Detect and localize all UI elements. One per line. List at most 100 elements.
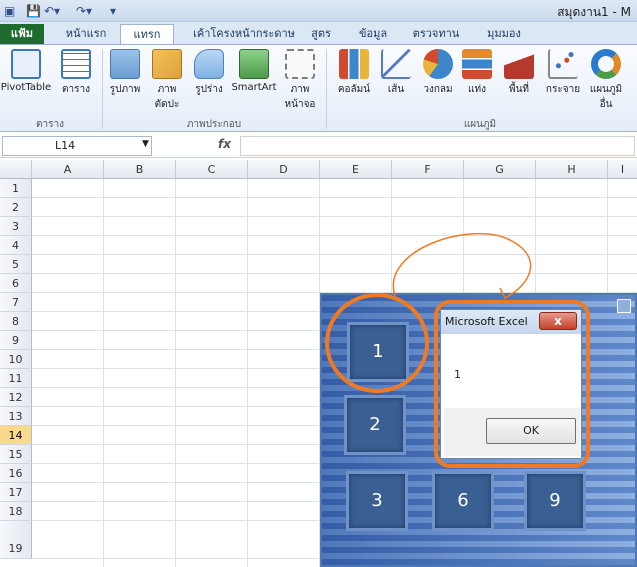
screenshot-label: ภาพ <box>290 84 310 95</box>
row-header-12[interactable]: 12 <box>0 388 32 407</box>
form-button-6[interactable]: 6 <box>432 471 494 531</box>
message-box-footer: OK <box>444 408 580 456</box>
row-header-7[interactable]: 7 <box>0 293 32 312</box>
group-separator <box>326 49 327 129</box>
screenshot-button[interactable]: ภาพ หน้าจอ <box>280 49 320 112</box>
column-chart-icon <box>339 49 369 79</box>
tab-insert[interactable]: แทรก <box>120 24 174 45</box>
row-header-3[interactable]: 3 <box>0 217 32 236</box>
formula-bar: L14 ▼ fx <box>0 134 637 158</box>
form-button-1[interactable]: 1 <box>347 322 409 382</box>
row-header-9[interactable]: 9 <box>0 331 32 350</box>
ok-button[interactable]: OK <box>486 418 576 444</box>
table-button[interactable]: ตาราง <box>56 49 96 97</box>
column-header-A[interactable]: A <box>32 160 104 179</box>
table-label: ตาราง <box>62 84 90 95</box>
picture-label: รูปภาพ <box>109 84 141 95</box>
row-header-14[interactable]: 14 <box>0 426 32 445</box>
tab-page-layout[interactable]: เค้าโครงหน้ากระดาษ <box>180 24 308 44</box>
pivottable-label: PivotTable <box>0 82 52 93</box>
column-header-D[interactable]: D <box>248 160 320 179</box>
row-header-1[interactable]: 1 <box>0 179 32 198</box>
line-chart-button[interactable]: เส้น <box>378 49 414 97</box>
chevron-down-icon[interactable]: ▼ <box>142 139 149 149</box>
pivottable-button[interactable]: PivotTable <box>0 49 52 93</box>
column-header-G[interactable]: G <box>464 160 536 179</box>
group-label-illustrations: ภาพประกอบ <box>186 119 242 130</box>
fx-icon[interactable]: fx <box>218 137 231 151</box>
row-header-4[interactable]: 4 <box>0 236 32 255</box>
row-header-15[interactable]: 15 <box>0 445 32 464</box>
formula-input[interactable] <box>240 136 635 156</box>
row-header-6[interactable]: 6 <box>0 274 32 293</box>
ribbon: PivotTable ตาราง รูปภาพ ภาพ ตัดปะ รูปร่า… <box>0 44 637 132</box>
row-header-13[interactable]: 13 <box>0 407 32 426</box>
shapes-label: รูปร่าง <box>195 84 223 95</box>
row-header-17[interactable]: 17 <box>0 483 32 502</box>
form-button-3[interactable]: 3 <box>346 471 408 531</box>
form-button-2[interactable]: 2 <box>344 395 406 455</box>
message-box: Microsoft Excel x 1 OK <box>440 309 582 459</box>
column-header-B[interactable]: B <box>104 160 176 179</box>
shapes-button[interactable]: รูปร่าง <box>190 49 228 97</box>
customize-quick-access-icon[interactable]: ▾ <box>110 3 116 19</box>
area-chart-icon <box>504 49 534 79</box>
tab-review[interactable]: ตรวจทาน <box>408 24 464 44</box>
form-button-9[interactable]: 9 <box>524 471 586 531</box>
bar-chart-label: แท่ง <box>468 84 486 95</box>
bar-chart-button[interactable]: แท่ง <box>460 49 494 97</box>
column-header-C[interactable]: C <box>176 160 248 179</box>
column-header-H[interactable]: H <box>536 160 608 179</box>
row-header-2[interactable]: 2 <box>0 198 32 217</box>
clipart-button[interactable]: ภาพ ตัดปะ <box>148 49 186 112</box>
other-charts-label: แผนภูมิ <box>589 84 623 95</box>
gridline <box>247 179 248 567</box>
row-header-11[interactable]: 11 <box>0 369 32 388</box>
row-header-10[interactable]: 10 <box>0 350 32 369</box>
group-label-tables: ตาราง <box>36 119 64 130</box>
clipart-label-2: ตัดปะ <box>154 99 180 110</box>
undo-icon[interactable]: ↶▾ <box>44 3 60 19</box>
column-header-E[interactable]: E <box>320 160 392 179</box>
gridline <box>175 179 176 567</box>
excel-logo-icon: ▣ <box>4 4 16 18</box>
gridline <box>32 273 637 274</box>
row-header-5[interactable]: 5 <box>0 255 32 274</box>
select-all-corner[interactable] <box>0 160 32 179</box>
scatter-chart-button[interactable]: กระจาย <box>542 49 584 97</box>
form-close-icon[interactable] <box>617 299 631 313</box>
pie-chart-label: วงกลม <box>423 84 453 95</box>
screenshot-label-2: หน้าจอ <box>284 99 316 110</box>
tab-formulas[interactable]: สูตร <box>306 24 336 44</box>
column-chart-button[interactable]: คอลัมน์ <box>332 49 376 97</box>
row-header-8[interactable]: 8 <box>0 312 32 331</box>
other-charts-button[interactable]: แผนภูมิ อื่น <box>586 49 626 112</box>
close-button[interactable]: x <box>539 312 577 330</box>
tab-data[interactable]: ข้อมูล <box>352 24 394 44</box>
redo-icon[interactable]: ↷▾ <box>76 3 92 19</box>
message-box-body: 1 <box>444 338 580 408</box>
smartart-button[interactable]: SmartArt <box>230 49 278 93</box>
tab-home[interactable]: หน้าแรก <box>58 24 114 44</box>
bar-chart-icon <box>462 49 492 79</box>
gridline <box>32 235 637 236</box>
tab-view[interactable]: มุมมอง <box>478 24 530 44</box>
tab-file[interactable]: แฟ้ม <box>0 24 44 44</box>
column-header-I[interactable]: I <box>608 160 637 179</box>
row-header-18[interactable]: 18 <box>0 502 32 521</box>
row-header-16[interactable]: 16 <box>0 464 32 483</box>
pie-chart-icon <box>423 49 453 79</box>
name-box[interactable]: L14 <box>2 136 152 156</box>
gridline <box>32 216 637 217</box>
save-icon[interactable]: 💾 <box>26 3 41 19</box>
scatter-chart-icon <box>548 49 578 79</box>
column-header-F[interactable]: F <box>392 160 464 179</box>
row-header-19[interactable]: 19 <box>0 521 32 559</box>
area-chart-label: พื้นที่ <box>508 84 530 95</box>
clipart-icon <box>152 49 182 79</box>
area-chart-button[interactable]: พื้นที่ <box>500 49 538 97</box>
pie-chart-button[interactable]: วงกลม <box>418 49 458 97</box>
picture-icon <box>110 49 140 79</box>
group-separator <box>102 49 103 129</box>
picture-button[interactable]: รูปภาพ <box>104 49 146 97</box>
